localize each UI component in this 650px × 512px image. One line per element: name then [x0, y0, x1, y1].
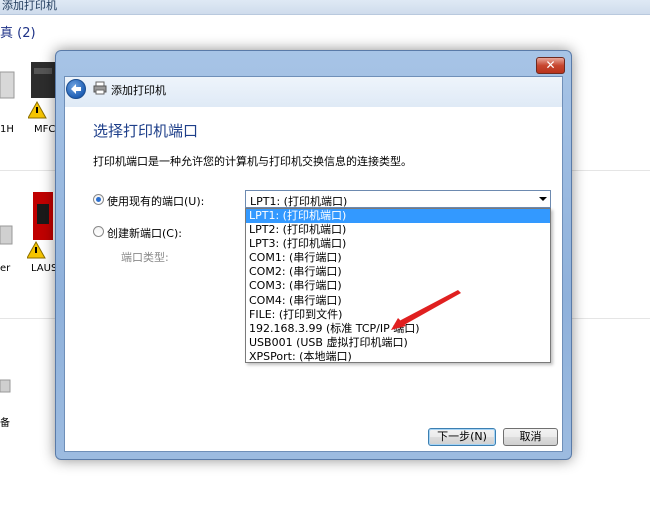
next-button[interactable]: 下一步(N) — [428, 428, 496, 446]
printer-icon — [93, 81, 107, 95]
port-option[interactable]: XPSPort: (本地端口) — [246, 350, 550, 364]
port-option[interactable]: FILE: (打印到文件) — [246, 308, 550, 322]
device-label: MFC — [34, 124, 56, 135]
port-option[interactable]: 192.168.3.99 (标准 TCP/IP 端口) — [246, 322, 550, 336]
background-window-title: 添加打印机 — [2, 0, 57, 12]
port-dropdown-list: LPT1: (打印机端口) LPT2: (打印机端口) LPT3: (打印机端口… — [245, 208, 551, 363]
port-option[interactable]: COM4: (串行端口) — [246, 294, 550, 308]
port-option[interactable]: LPT3: (打印机端口) — [246, 237, 550, 251]
back-button[interactable] — [66, 79, 86, 99]
back-arrow-icon — [71, 84, 81, 94]
create-new-port-label[interactable]: 创建新端口(C): — [107, 225, 182, 241]
device-icon[interactable] — [0, 376, 14, 396]
port-option[interactable]: COM2: (串行端口) — [246, 265, 550, 279]
create-new-port-radio[interactable] — [93, 226, 104, 237]
dialog-content: 添加打印机 选择打印机端口 打印机端口是一种允许您的计算机与打印机交换信息的连接… — [64, 76, 563, 452]
page-title: 选择打印机端口 — [93, 122, 199, 140]
device-label: er — [0, 263, 11, 274]
port-option[interactable]: COM3: (串行端口) — [246, 279, 550, 293]
port-option[interactable]: LPT2: (打印机端口) — [246, 223, 550, 237]
device-label: 备 — [0, 418, 10, 429]
printer-icon[interactable] — [0, 62, 20, 112]
cancel-button[interactable]: 取消 — [503, 428, 558, 446]
device-label: LAUS — [31, 263, 58, 274]
port-option[interactable]: COM1: (串行端口) — [246, 251, 550, 265]
device-icon[interactable] — [0, 220, 18, 250]
use-existing-port-radio[interactable] — [93, 194, 104, 205]
device-group-header: 真 (2) — [0, 26, 36, 41]
dialog-header: 添加打印机 — [65, 77, 562, 107]
mfc-printer-icon[interactable] — [28, 58, 56, 120]
port-option[interactable]: USB001 (USB 虚拟打印机端口) — [246, 336, 550, 350]
port-type-label: 端口类型: — [121, 251, 169, 264]
add-printer-dialog: ✕ 添加打印机 选择打印机端口 打印机端口是一种允许您的计算机与打印机交换信息的… — [55, 50, 572, 460]
existing-port-value: LPT1: (打印机端口) — [250, 195, 348, 208]
background-window-titlebar: 添加打印机 — [0, 0, 650, 15]
close-button[interactable]: ✕ — [536, 57, 565, 74]
chevron-down-icon[interactable] — [539, 197, 547, 201]
device-label: 1H — [0, 124, 14, 135]
existing-port-select[interactable]: LPT1: (打印机端口) — [245, 190, 551, 208]
port-option[interactable]: LPT1: (打印机端口) — [246, 209, 550, 224]
dialog-title: 添加打印机 — [111, 84, 166, 97]
use-existing-port-label[interactable]: 使用现有的端口(U): — [107, 193, 204, 209]
laus-printer-icon[interactable] — [27, 190, 55, 260]
page-description: 打印机端口是一种允许您的计算机与打印机交换信息的连接类型。 — [93, 155, 412, 168]
